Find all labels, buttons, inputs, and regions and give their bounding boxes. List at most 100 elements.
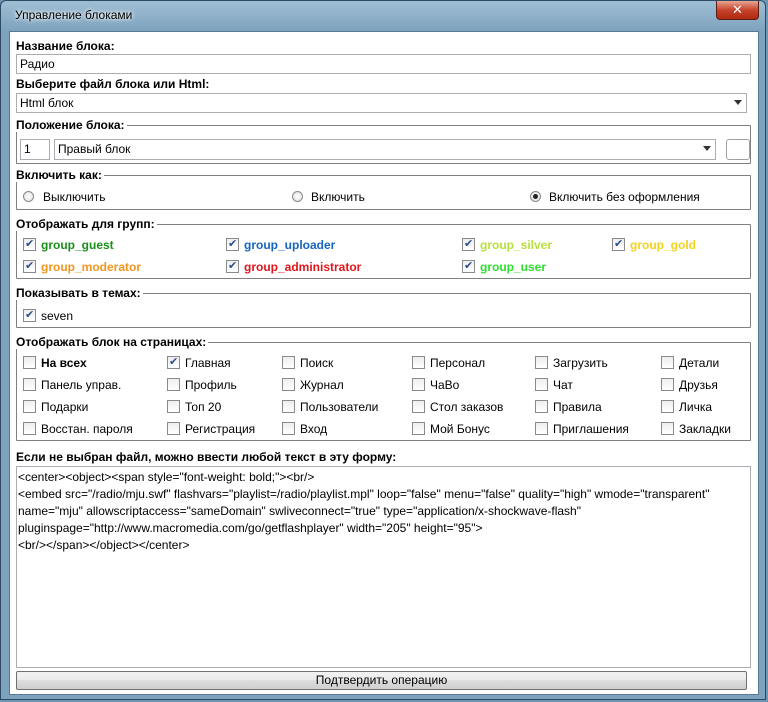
- block-form: Название блока: Радио Выберите файл блок…: [9, 31, 759, 695]
- group-uploader-label: group_uploader: [244, 238, 336, 252]
- page-profile-checkbox[interactable]: [167, 378, 180, 391]
- group-user-checkbox[interactable]: [462, 259, 475, 273]
- enable-group: Включить как: Выключить Включить Включит…: [16, 168, 751, 210]
- page-staff-label: Персонал: [430, 356, 486, 370]
- theme-seven-checkbox[interactable]: [23, 308, 36, 322]
- themes-legend: Показывать в темах:: [16, 286, 143, 300]
- page-upload-label: Загрузить: [553, 356, 608, 370]
- close-icon: ✕: [732, 2, 743, 18]
- page-messages-checkbox[interactable]: [661, 400, 674, 413]
- page-requests-label: Стол заказов: [430, 400, 504, 414]
- page-gifts-checkbox[interactable]: [23, 400, 36, 413]
- page-log-checkbox[interactable]: [282, 378, 295, 391]
- block-name-input[interactable]: Радио: [16, 54, 751, 74]
- page-main-label: Главная: [185, 356, 231, 370]
- position-legend: Положение блока:: [16, 118, 127, 132]
- page-requests-checkbox[interactable]: [412, 400, 425, 413]
- enable-option-off-label: Выключить: [43, 190, 106, 204]
- page-messages-label: Личка: [679, 400, 713, 414]
- group-administrator-label: group_administrator: [244, 260, 362, 274]
- page-friends-label: Друзья: [679, 378, 718, 392]
- page-login-label: Вход: [300, 422, 328, 436]
- chevron-down-icon: [703, 146, 711, 151]
- page-chat-checkbox[interactable]: [535, 378, 548, 391]
- pages-group: Отображать блок на страницах: На всех Гл…: [16, 335, 751, 441]
- page-top20-checkbox[interactable]: [167, 400, 180, 413]
- page-top20-label: Топ 20: [185, 400, 222, 414]
- position-group: Положение блока: 1 Правый блок: [16, 118, 751, 164]
- block-file-value: Html блок: [20, 96, 74, 110]
- position-order-input[interactable]: 1: [20, 139, 50, 160]
- page-bookmarks-label: Закладки: [679, 422, 731, 436]
- enable-option-on-label: Включить: [311, 190, 365, 204]
- page-search-checkbox[interactable]: [282, 356, 295, 369]
- page-rules-label: Правила: [553, 400, 602, 414]
- page-bookmarks-checkbox[interactable]: [661, 422, 674, 435]
- enable-option-off-radio[interactable]: [23, 191, 34, 202]
- page-rules-checkbox[interactable]: [535, 400, 548, 413]
- group-guest-checkbox[interactable]: [23, 237, 36, 251]
- title-bar[interactable]: Управление блоками ✕: [1, 1, 765, 31]
- page-faq-checkbox[interactable]: [412, 378, 425, 391]
- group-uploader-checkbox[interactable]: [226, 237, 239, 251]
- page-panel-label: Панель управ.: [41, 378, 122, 392]
- close-button[interactable]: ✕: [716, 1, 759, 20]
- chevron-down-icon: [734, 100, 742, 105]
- enable-option-plain-label: Включить без оформления: [549, 190, 700, 204]
- group-gold-checkbox[interactable]: [612, 237, 625, 251]
- page-search-label: Поиск: [300, 356, 334, 370]
- position-value: Правый блок: [58, 142, 131, 156]
- page-gifts-label: Подарки: [41, 400, 89, 414]
- page-panel-checkbox[interactable]: [23, 378, 36, 391]
- page-faq-label: ЧаВо: [430, 378, 460, 392]
- page-login-checkbox[interactable]: [282, 422, 295, 435]
- page-signup-checkbox[interactable]: [167, 422, 180, 435]
- page-chat-label: Чат: [553, 378, 573, 392]
- pages-legend: Отображать блок на страницах:: [16, 335, 209, 349]
- window: Управление блоками ✕ Название блока: Рад…: [0, 0, 766, 700]
- theme-seven-label: seven: [41, 309, 74, 323]
- page-users-checkbox[interactable]: [282, 400, 295, 413]
- themes-group: Показывать в темах: seven: [16, 286, 751, 328]
- page-invites-label: Приглашения: [553, 422, 629, 436]
- block-file-select[interactable]: Html блок: [16, 93, 747, 113]
- page-staff-checkbox[interactable]: [412, 356, 425, 369]
- position-extra-button[interactable]: [726, 139, 750, 160]
- page-friends-checkbox[interactable]: [661, 378, 674, 391]
- page-upload-checkbox[interactable]: [535, 356, 548, 369]
- group-administrator-checkbox[interactable]: [226, 259, 239, 273]
- page-invites-checkbox[interactable]: [535, 422, 548, 435]
- page-details-label: Детали: [679, 356, 720, 370]
- page-log-label: Журнал: [300, 378, 344, 392]
- submit-button[interactable]: Подтвердить операцию: [16, 671, 747, 690]
- free-text-label: Если не выбран файл, можно ввести любой …: [16, 450, 397, 464]
- group-user-label: group_user: [480, 260, 547, 274]
- window-title: Управление блоками: [15, 8, 133, 22]
- group-moderator-label: group_moderator: [41, 260, 142, 274]
- group-silver-label: group_silver: [480, 238, 553, 252]
- page-bonus-label: Мой Бонус: [430, 422, 490, 436]
- groups-group: Отображать для групп: group_guest group_…: [16, 217, 751, 279]
- page-recover-checkbox[interactable]: [23, 422, 36, 435]
- groups-legend: Отображать для групп:: [16, 217, 157, 231]
- block-name-label: Название блока:: [16, 39, 115, 53]
- group-gold-label: group_gold: [630, 238, 696, 252]
- group-silver-checkbox[interactable]: [462, 237, 475, 251]
- enable-option-plain-radio[interactable]: [530, 191, 541, 202]
- block-file-label: Выберите файл блока или Html:: [16, 77, 210, 91]
- group-moderator-checkbox[interactable]: [23, 259, 36, 273]
- page-details-checkbox[interactable]: [661, 356, 674, 369]
- position-select[interactable]: Правый блок: [54, 139, 716, 160]
- page-signup-label: Регистрация: [185, 422, 256, 436]
- enable-legend: Включить как:: [16, 168, 104, 182]
- page-main-checkbox[interactable]: [167, 355, 180, 369]
- page-users-label: Пользователи: [300, 400, 379, 414]
- page-bonus-checkbox[interactable]: [412, 422, 425, 435]
- page-recover-label: Восстан. пароля: [41, 422, 133, 436]
- free-text-textarea[interactable]: <center><object><span style="font-weight…: [16, 466, 751, 668]
- group-guest-label: group_guest: [41, 238, 114, 252]
- page-all-checkbox[interactable]: [23, 356, 36, 369]
- page-all-label: На всех: [41, 356, 87, 370]
- enable-option-on-radio[interactable]: [292, 191, 303, 202]
- page-profile-label: Профиль: [185, 378, 237, 392]
